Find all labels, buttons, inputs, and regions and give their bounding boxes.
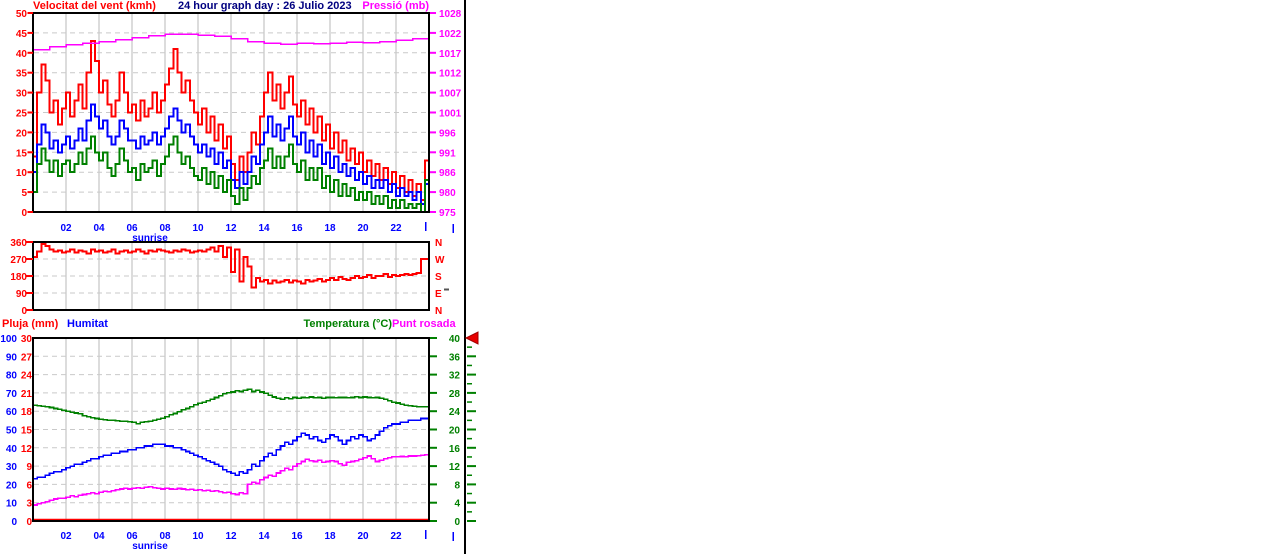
axis-tick-label: 980 [439,188,456,199]
axis-tick-label: 27 [21,352,33,363]
axis-tick-label: 20 [449,426,461,437]
axis-end-marker [452,224,454,233]
rain-axis-title: Pluja (mm) [2,318,59,330]
axis-tick-label: 40 [16,49,28,60]
axis-tick-label: 45 [16,29,28,40]
axis-tick-label: 1028 [439,9,462,20]
axis-tick-label: sunrise [132,541,168,552]
axis-end-marker [425,530,427,539]
axis-tick-label: 5 [21,188,27,199]
axis-tick-label: 3 [26,499,32,510]
axis-tick-label: 1017 [439,49,462,60]
axis-tick-label: 986 [439,168,456,179]
axis-tick-label: 18 [324,531,336,542]
axis-tick-label: 100 [0,334,17,345]
axis-tick-label: 270 [10,255,27,266]
axis-tick-label: 35 [16,69,28,80]
axis-tick-label: 02 [60,223,72,234]
axis-tick-label: 10 [6,499,18,510]
axis-tick-label: 0 [11,517,17,528]
axis-tick-label: 1012 [439,69,462,80]
axis-tick-label: 18 [21,407,33,418]
axis-tick-label: 25 [16,109,28,120]
axis-tick-label: N [435,238,442,249]
axis-tick-label: 24 [21,371,33,382]
axis-tick-label: 18 [324,223,336,234]
charts-canvas: 5045403530252015105010281022101710121007… [0,0,479,554]
axis-tick-label: 80 [6,371,18,382]
axis-tick-label: 02 [60,531,72,542]
axis-tick-label: 21 [21,389,33,400]
axis-tick-label: 16 [449,444,461,455]
axis-tick-label: 30 [21,334,33,345]
weather-graph-page: 50 45 40 35 30 25 20 15 10 5 0 1028 1022 1017 1012 1007… [0,0,1280,554]
axis-tick-label: 0 [454,517,460,528]
axis-tick-label: 20 [16,128,28,139]
axis-tick-label: 50 [6,426,18,437]
axis-tick-label: 0 [21,208,27,219]
axis-tick-label: 1001 [439,109,462,120]
axis-tick-label: 16 [291,531,303,542]
current-value-arrow-icon [464,331,479,345]
pressure-axis-title: Pressió (mb) [362,0,429,12]
axis-tick-label: 04 [93,531,105,542]
axis-tick-label: 360 [10,238,27,249]
axis-tick-label: 1007 [439,89,462,100]
axis-tick-label: 22 [390,531,402,542]
axis-tick-label: 60 [6,407,18,418]
axis-tick-label: 40 [6,444,18,455]
axis-tick-label: 40 [449,334,461,345]
axis-tick-label: 36 [449,352,461,363]
axis-tick-label: N [435,306,442,317]
page-title: 24 hour graph day : 26 Julio 2023 [178,0,352,12]
axis-tick-label: 975 [439,208,456,219]
axis-tick-label: 12 [449,462,461,473]
axis-tick-label: 90 [16,289,28,300]
axis-tick-label: 8 [454,480,460,491]
axis-tick-label: W [435,255,445,266]
axis-tick-label: 10 [192,531,204,542]
wind-axis-title: Velocitat del vent (kmh) [33,0,156,12]
axis-tick-label: 12 [225,531,237,542]
axis-tick-label: 0 [21,306,27,317]
axis-tick-label: E [435,289,442,300]
axis-tick-label: 991 [439,148,456,159]
axis-tick-label: 15 [16,148,28,159]
axis-tick-label: 12 [21,444,33,455]
axis-tick-label: 30 [16,89,28,100]
axis-tick-label: S [435,272,442,283]
axis-tick-label: 24 [449,407,461,418]
axis-tick-label: 28 [449,389,461,400]
dewpoint-axis-title: Punt rosada [392,318,456,330]
compass-minor-mark [444,288,449,291]
axis-tick-label: 0 [26,517,32,528]
axis-tick-label: 20 [357,531,369,542]
axis-tick-label: 50 [16,9,28,20]
axis-tick-label: 180 [10,272,27,283]
axis-tick-label: 10 [16,168,28,179]
axis-tick-label: 32 [449,371,461,382]
humidity-axis-title: Humitat [67,318,108,330]
axis-tick-label: 22 [390,223,402,234]
axis-tick-label: 1022 [439,29,462,40]
axis-tick-label: 4 [454,499,460,510]
temperature-axis-title: Temperatura (°C) [303,318,392,330]
axis-tick-label: 20 [6,480,18,491]
axis-tick-label: 20 [357,223,369,234]
axis-tick-label: 90 [6,352,18,363]
axis-tick-label: 14 [258,531,270,542]
axis-end-marker [452,532,454,541]
axis-tick-label: 30 [6,462,18,473]
axis-tick-label: 9 [26,462,32,473]
axis-tick-label: 996 [439,128,456,139]
axis-tick-label: 14 [258,223,270,234]
axis-tick-label: 70 [6,389,18,400]
axis-tick-label: 10 [192,223,204,234]
axis-tick-label: 15 [21,426,33,437]
axis-tick-label: 12 [225,223,237,234]
axis-end-marker [425,222,427,231]
axis-tick-label: 16 [291,223,303,234]
axis-tick-label: 04 [93,223,105,234]
axis-tick-label: 6 [26,480,32,491]
